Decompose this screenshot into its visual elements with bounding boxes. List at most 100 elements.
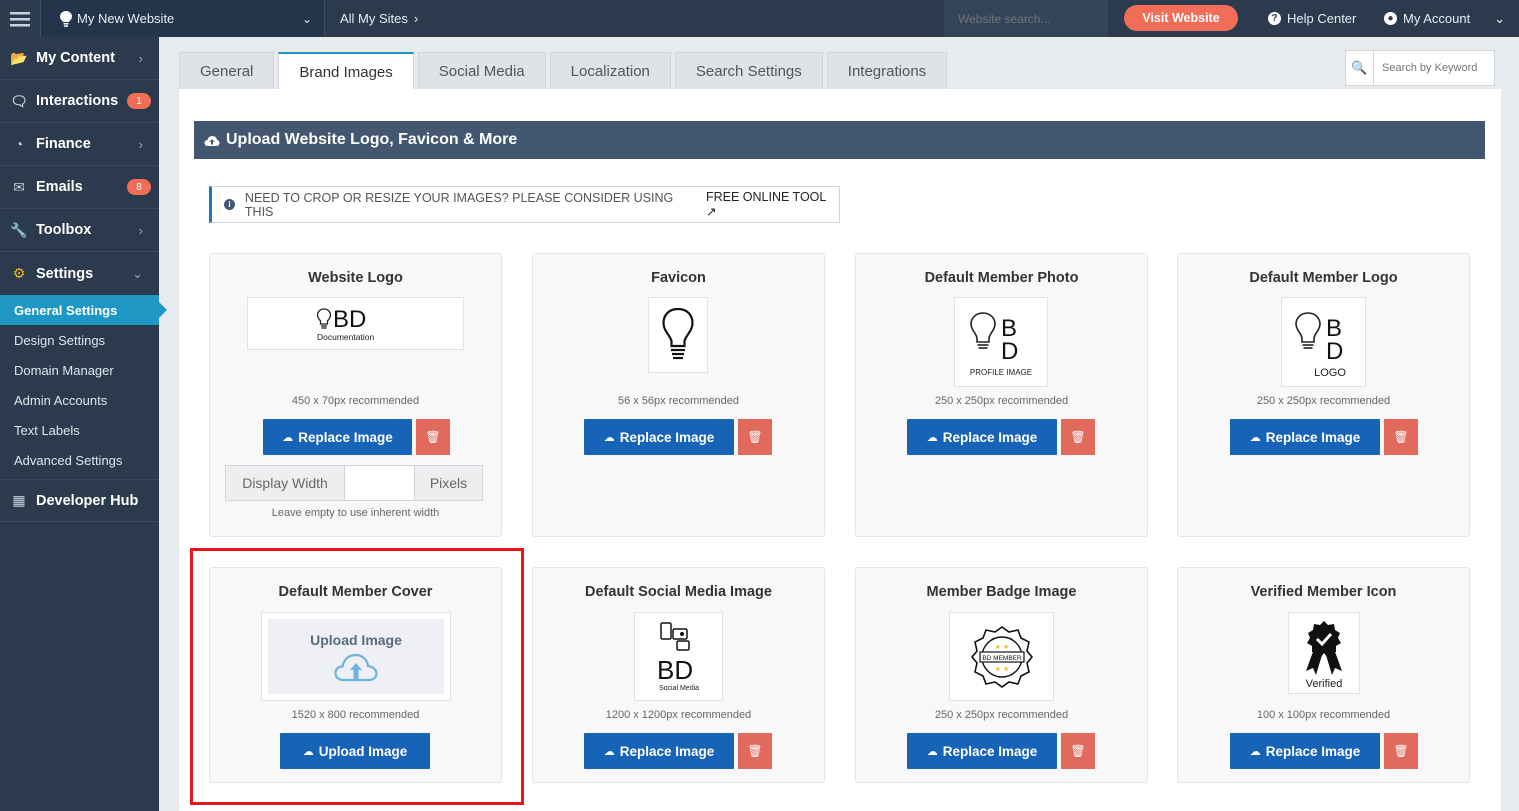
menu-toggle-button[interactable] (0, 0, 41, 37)
trash-icon: 🗑 (1393, 744, 1409, 758)
section-header: Upload Website Logo, Favicon & More (194, 121, 1485, 159)
sidebar-subitem-text-labels[interactable]: Text Labels (0, 415, 159, 445)
sidebar-item-label: Toolbox (36, 222, 92, 238)
section-title: Upload Website Logo, Favicon & More (226, 131, 518, 148)
member-badge-preview: BD MEMBER ★ ★ ★ ★ (949, 612, 1054, 701)
replace-image-button[interactable]: ☁ Replace Image (1230, 733, 1380, 769)
social-media-preview: BD Social Media (634, 612, 723, 701)
pie-chart-icon: ◔ (14, 136, 24, 152)
keyword-search: 🔍 (1345, 50, 1495, 86)
chevron-down-icon: ⌄ (1494, 10, 1506, 26)
recommended-size: 450 x 70px recommended (291, 395, 420, 407)
sidebar-subitem-admin-accounts[interactable]: Admin Accounts (0, 385, 159, 415)
sidebar-item-my-content[interactable]: 📂 My Content › (0, 37, 159, 80)
tab-social-media[interactable]: Social Media (417, 52, 546, 89)
tab-search-settings[interactable]: Search Settings (674, 52, 823, 89)
sidebar-item-interactions[interactable]: 🗨 Interactions 1 (0, 80, 159, 123)
sidebar-item-label: Interactions (36, 93, 119, 109)
hamburger-icon (10, 11, 30, 26)
sidebar-item-developer-hub[interactable]: ▦ Developer Hub (0, 479, 159, 522)
lightbulb-image (662, 307, 694, 360)
wrench-icon: 🔧 (10, 221, 28, 238)
keyword-search-input[interactable] (1374, 62, 1489, 74)
tab-localization[interactable]: Localization (549, 52, 671, 89)
cloud-upload-icon: ☁ (282, 431, 294, 444)
svg-text:D: D (1001, 338, 1018, 365)
sidebar-item-label: Emails (36, 179, 83, 195)
tab-brand-images[interactable]: Brand Images (278, 52, 414, 90)
thumb-caption: LOGO (1314, 367, 1346, 379)
thumb-caption: PROFILE IMAGE (970, 368, 1032, 377)
recommended-size: 250 x 250px recommended (934, 395, 1069, 407)
tab-integrations[interactable]: Integrations (826, 52, 948, 89)
site-selector[interactable]: My New Website ⌄ (41, 0, 325, 37)
replace-image-button[interactable]: ☁ Replace Image (1230, 419, 1380, 455)
button-label: Replace Image (619, 429, 715, 445)
sidebar-item-toolbox[interactable]: 🔧 Toolbox › (0, 209, 159, 252)
sidebar-subitem-general-settings[interactable]: General Settings (0, 295, 167, 325)
cloud-upload-icon: ☁ (603, 745, 615, 758)
delete-image-button[interactable]: 🗑 (1384, 733, 1418, 769)
sidebar-item-settings[interactable]: ⚙ Settings ⌄ (0, 252, 159, 295)
delete-image-button[interactable]: 🗑 (416, 419, 450, 455)
delete-image-button[interactable]: 🗑 (1061, 733, 1095, 769)
display-width-hint: Leave empty to use inherent width (271, 507, 440, 519)
sidebar-subitem-domain-manager[interactable]: Domain Manager (0, 355, 159, 385)
delete-image-button[interactable]: 🗑 (738, 419, 772, 455)
card-title: Default Member Photo (924, 270, 1079, 286)
free-online-tool-link[interactable]: FREE ONLINE TOOL ↗ (706, 190, 839, 219)
trash-icon: 🗑 (1070, 430, 1086, 444)
thumb-caption: Social Media (658, 685, 698, 692)
card-favicon: Favicon 56 x 56px recommended ☁ Replace … (532, 253, 825, 537)
favicon-preview (648, 297, 708, 373)
grid-icon: ▦ (12, 492, 26, 508)
card-default-member-photo: Default Member Photo B D PROFILE IMAGE 2… (855, 253, 1148, 537)
my-account-menu[interactable]: ● My Account ⌄ (1384, 0, 1505, 37)
all-sites-link[interactable]: All My Sites › (325, 11, 418, 26)
notification-badge: 1 (127, 93, 151, 109)
search-icon: 🔍 (1346, 51, 1374, 85)
replace-image-button[interactable]: ☁ Replace Image (584, 419, 734, 455)
sidebar-subitem-advanced-settings[interactable]: Advanced Settings (0, 445, 159, 475)
trash-icon: 🗑 (1070, 744, 1086, 758)
pixels-unit-label: Pixels (415, 466, 482, 500)
thumb-caption: Documentation (317, 332, 374, 342)
question-circle-icon: ? (1268, 12, 1281, 25)
display-width-label: Display Width (226, 466, 344, 500)
replace-image-button[interactable]: ☁ Replace Image (263, 419, 412, 455)
delete-image-button[interactable]: 🗑 (1384, 419, 1418, 455)
site-name: My New Website (77, 11, 175, 26)
replace-image-button[interactable]: ☁ Replace Image (907, 733, 1057, 769)
sidebar-item-finance[interactable]: ◔ Finance › (0, 123, 159, 166)
replace-image-button[interactable]: ☁ Replace Image (584, 733, 734, 769)
tab-general[interactable]: General (179, 52, 275, 89)
card-title: Website Logo (308, 270, 403, 286)
card-title: Member Badge Image (926, 584, 1077, 600)
card-website-logo: Website Logo BD Documentation 450 x 70px… (209, 253, 502, 537)
card-title: Default Member Logo (1249, 270, 1398, 286)
trash-icon: 🗑 (747, 430, 763, 444)
info-circle-icon: i (224, 199, 235, 210)
delete-image-button[interactable]: 🗑 (738, 733, 772, 769)
bd-social-media-image: BD Social Media (657, 621, 699, 692)
replace-image-button[interactable]: ☁ Replace Image (907, 419, 1057, 455)
svg-text:★ ★: ★ ★ (994, 643, 1009, 651)
gear-icon: ⚙ (12, 265, 26, 281)
visit-website-button[interactable]: Visit Website (1124, 5, 1238, 31)
help-center-link[interactable]: ? Help Center (1268, 0, 1356, 37)
button-label: Replace Image (298, 429, 393, 445)
recommended-size: 100 x 100px recommended (1256, 709, 1391, 721)
thumb-bd-text: BD (657, 655, 693, 685)
delete-image-button[interactable]: 🗑 (1061, 419, 1095, 455)
website-search-input[interactable] (944, 0, 1108, 37)
all-sites-label: All My Sites (340, 11, 408, 26)
sidebar-item-emails[interactable]: ✉ Emails 8 (0, 166, 159, 209)
highlight-box (190, 548, 524, 805)
card-default-member-logo: Default Member Logo B D LOGO 250 x 250px… (1177, 253, 1470, 537)
button-label: Replace Image (1265, 429, 1361, 445)
settings-tabs: General Brand Images Social Media Locali… (179, 52, 948, 90)
recommended-size: 250 x 250px recommended (934, 709, 1069, 721)
display-width-input[interactable] (344, 466, 415, 500)
free-online-tool-label: FREE ONLINE TOOL (705, 190, 826, 204)
sidebar-subitem-design-settings[interactable]: Design Settings (0, 325, 159, 355)
